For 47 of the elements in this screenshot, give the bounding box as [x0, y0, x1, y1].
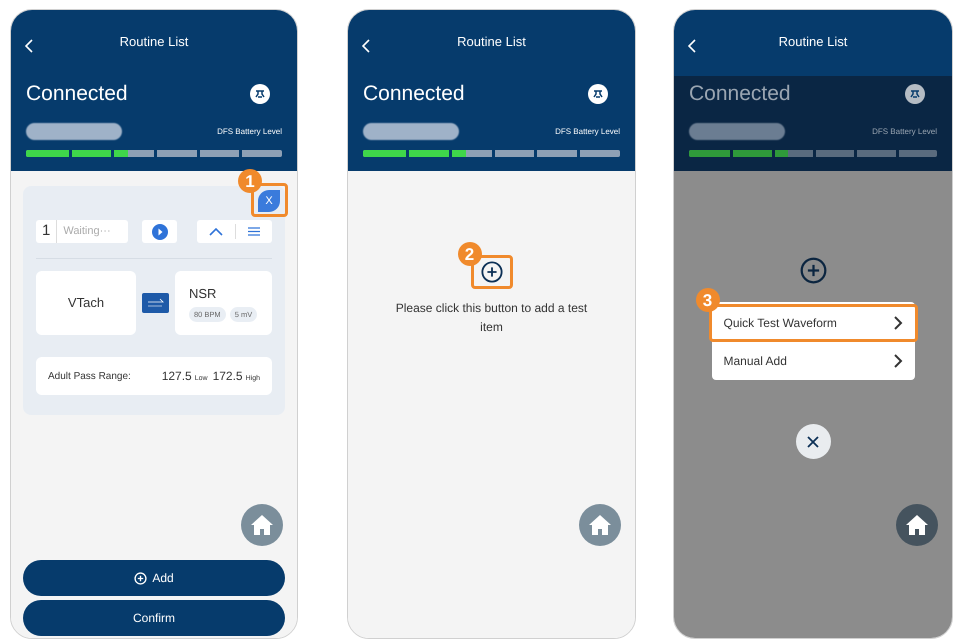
device-icon[interactable] [588, 84, 608, 104]
connection-status: Connected [363, 81, 465, 108]
plus-circle-icon [134, 572, 148, 584]
play-icon [152, 224, 168, 240]
add-button[interactable]: Add [23, 560, 285, 596]
device-icon[interactable] [250, 84, 270, 104]
battery-label: DFS Battery Level [555, 126, 620, 138]
chevron-right-icon [892, 353, 902, 369]
screen-title: Routine List [778, 33, 848, 52]
step-number-badge: 1 [238, 169, 262, 193]
home-button[interactable] [896, 504, 938, 546]
menu-item-label: Manual Add [724, 353, 787, 370]
home-icon [588, 514, 612, 536]
connection-status: Connected [26, 81, 128, 108]
chevron-right-icon [892, 315, 902, 331]
item-status: Waiting··· [62, 224, 111, 240]
plus-circle-icon[interactable] [480, 261, 502, 283]
menu-icon [248, 227, 260, 236]
close-button[interactable]: X [258, 190, 280, 212]
step-number-badge: 3 [696, 288, 720, 312]
screen-title: Routine List [120, 33, 188, 52]
low-value: 127.5 [162, 368, 192, 385]
target-waveform-name: NSR [189, 285, 218, 304]
empty-hint: Please click this button to add a test item [394, 300, 588, 336]
device-icon[interactable] [905, 84, 925, 104]
battery-label: DFS Battery Level [872, 126, 937, 138]
chevron-up-icon [209, 228, 223, 236]
step-number-badge: 2 [458, 242, 482, 266]
home-icon [905, 514, 929, 536]
close-button[interactable] [796, 424, 830, 459]
play-button[interactable] [142, 220, 177, 243]
home-button[interactable] [579, 504, 621, 546]
confirm-button[interactable]: Confirm [23, 600, 285, 636]
close-icon [807, 436, 819, 448]
menu-item[interactable]: Manual Add [712, 342, 914, 380]
connection-status: Connected [689, 81, 791, 108]
battery-label: DFS Battery Level [217, 126, 282, 138]
item-number: 1 [42, 220, 58, 243]
pass-range-label: Adult Pass Range: [48, 370, 131, 384]
convert-icon[interactable] [142, 293, 169, 313]
home-button[interactable] [241, 504, 283, 546]
source-waveform-card[interactable]: VTach [36, 271, 136, 335]
screen-title: Routine List [457, 33, 526, 52]
home-icon [250, 514, 274, 536]
high-value: 172.5 [212, 368, 243, 385]
source-waveform-name: VTach [68, 294, 104, 312]
menu-item-label: Quick Test Waveform [724, 315, 837, 332]
